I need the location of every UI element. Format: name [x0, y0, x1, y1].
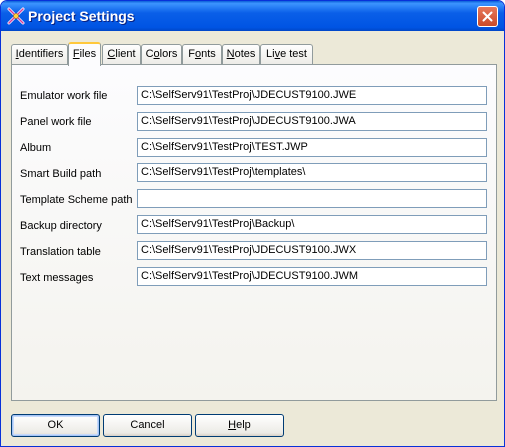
template-scheme-path-input[interactable]	[137, 189, 487, 208]
backup-directory-input[interactable]: C:\SelfServ91\TestProj\Backup\	[137, 215, 487, 234]
smart-build-path-label: Smart Build path	[20, 168, 102, 180]
emulator-work-file-input[interactable]: C:\SelfServ91\TestProj\JDECUST9100.JWE	[137, 86, 487, 105]
help-button[interactable]: Help	[195, 414, 284, 437]
emulator-work-file-label: Emulator work file	[20, 90, 108, 102]
backup-directory-label: Backup directory	[20, 220, 102, 232]
title-bar[interactable]: Project Settings	[1, 1, 504, 31]
album-label: Album	[20, 142, 52, 154]
album-input[interactable]: C:\SelfServ91\TestProj\TEST.JWP	[137, 138, 487, 157]
window-title: Project Settings	[28, 8, 135, 24]
translation-table-label: Translation table	[20, 246, 101, 258]
tab-identifiers[interactable]: Identifiers	[11, 44, 68, 65]
text-messages-input[interactable]: C:\SelfServ91\TestProj\JDECUST9100.JWM	[137, 267, 487, 286]
tab-live-test[interactable]: Live test	[260, 44, 313, 65]
template-scheme-path-label: Template Scheme path	[20, 194, 133, 206]
project-settings-dialog: Project Settings Identifiers Files Clien…	[0, 0, 505, 447]
panel-work-file-label: Panel work file	[20, 116, 92, 128]
dialog-buttons: OK Cancel Help	[1, 414, 504, 437]
files-tab-panel: Emulator work file C:\SelfServ91\TestPro…	[11, 64, 497, 401]
app-logo-icon	[7, 7, 25, 25]
ok-button[interactable]: OK	[11, 414, 100, 437]
tab-notes[interactable]: Notes	[222, 44, 260, 65]
close-button[interactable]	[477, 6, 498, 27]
tab-fonts[interactable]: Fonts	[182, 44, 222, 65]
tab-files[interactable]: Files	[68, 42, 101, 66]
panel-work-file-input[interactable]: C:\SelfServ91\TestProj\JDECUST9100.JWA	[137, 112, 487, 131]
tab-colors[interactable]: Colors	[141, 44, 182, 65]
tab-client[interactable]: Client	[102, 44, 141, 65]
close-icon	[482, 11, 493, 22]
smart-build-path-input[interactable]: C:\SelfServ91\TestProj\templates\	[137, 163, 487, 182]
text-messages-label: Text messages	[20, 272, 94, 284]
cancel-button[interactable]: Cancel	[103, 414, 192, 437]
translation-table-input[interactable]: C:\SelfServ91\TestProj\JDECUST9100.JWX	[137, 241, 487, 260]
